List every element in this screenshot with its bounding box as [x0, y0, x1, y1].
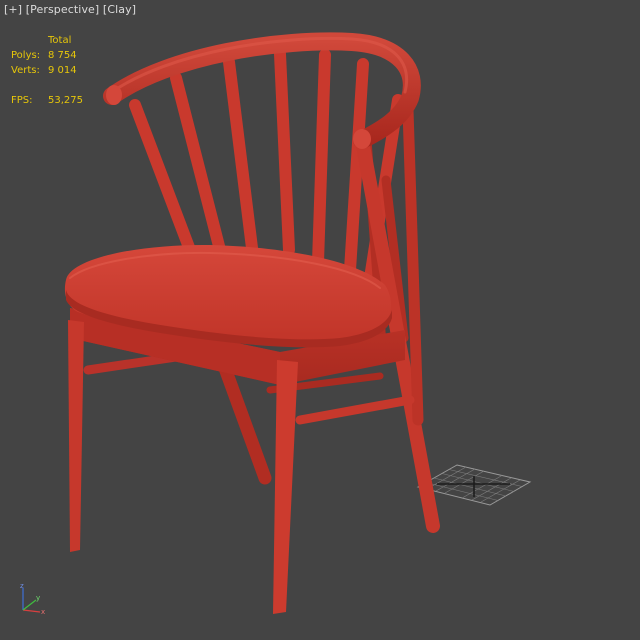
scene-render [64, 32, 532, 614]
viewport-perspective[interactable]: [+] [Perspective] [Clay] Total Polys: 8 … [0, 0, 640, 640]
svg-text:z: z [20, 582, 24, 590]
svg-text:y: y [36, 594, 40, 602]
xyz-axis-gizmo-icon: z y x [20, 582, 45, 616]
chair-model[interactable] [64, 32, 440, 614]
svg-text:x: x [41, 608, 45, 616]
